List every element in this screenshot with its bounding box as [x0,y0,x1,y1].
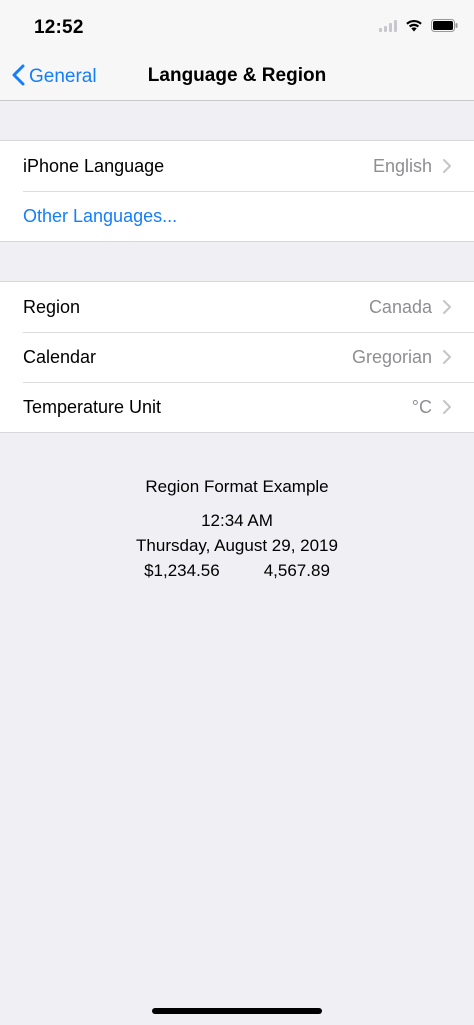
region-label: Region [23,296,81,317]
region-row[interactable]: Region Canada [0,282,474,332]
temperature-unit-value: °C [411,396,432,417]
region-format-example: Region Format Example 12:34 AM Thursday,… [0,474,474,583]
status-bar: 12:52 [0,0,474,52]
region-group: Region Canada Calendar Gregorian Tempera… [0,281,474,433]
other-languages-row[interactable]: Other Languages... [0,191,474,241]
chevron-right-icon [442,158,452,174]
page-title: Language & Region [147,65,327,86]
temperature-unit-row[interactable]: Temperature Unit °C [0,382,474,432]
other-languages-link: Other Languages... [23,205,178,226]
wifi-icon [405,19,423,37]
chevron-right-icon [442,299,452,315]
format-example-currency: $1,234.56 [144,561,220,580]
home-indicator[interactable] [152,1008,322,1014]
format-example-numbers: $1,234.56 4,567.89 [0,558,474,583]
region-value: Canada [368,296,432,317]
battery-icon [431,19,458,37]
iphone-language-label: iPhone Language [23,155,165,176]
calendar-row[interactable]: Calendar Gregorian [0,332,474,382]
language-group: iPhone Language English Other Languages.… [0,140,474,242]
format-example-number: 4,567.89 [263,561,330,580]
chevron-right-icon [442,399,452,415]
format-example-title: Region Format Example [145,477,329,496]
calendar-value: Gregorian [351,346,432,367]
chevron-right-icon [442,349,452,365]
status-time: 12:52 [34,17,84,38]
iphone-language-row[interactable]: iPhone Language English [0,141,474,191]
iphone-language-value: English [372,155,432,176]
status-icons [379,19,458,37]
navigation-bar: General Language & Region [0,52,474,101]
format-example-time: 12:34 AM [201,511,273,530]
cellular-signal-icon [379,19,397,37]
temperature-unit-label: Temperature Unit [23,396,162,417]
calendar-label: Calendar [23,346,97,367]
format-example-date: Thursday, August 29, 2019 [136,536,338,555]
